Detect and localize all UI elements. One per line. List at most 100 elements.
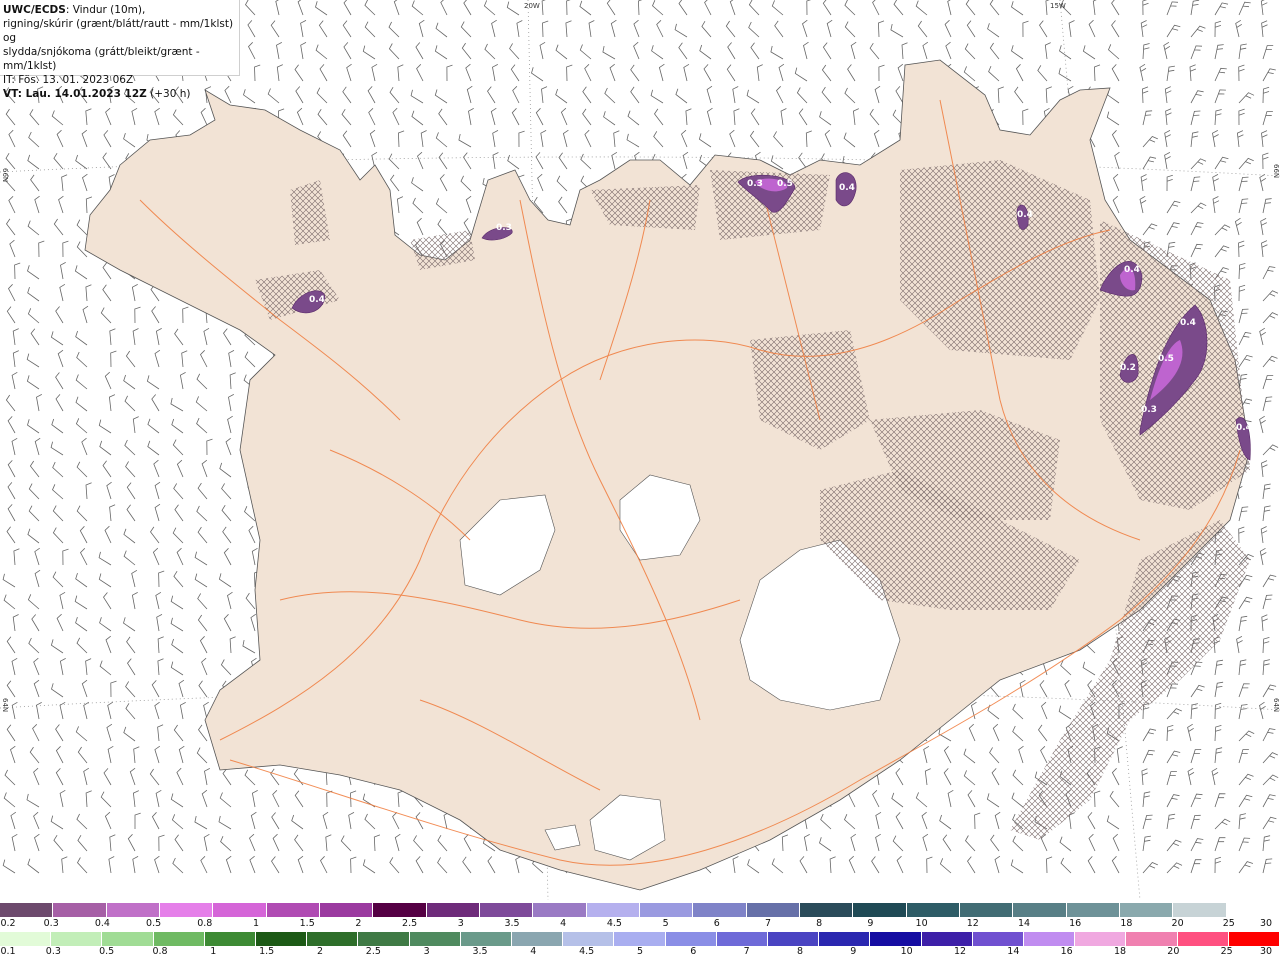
scale-tick-label: 20 [1171,918,1184,929]
scale-tick-label: 1 [252,918,260,929]
scale-tick-label: 14 [1007,946,1020,957]
scale-cell [716,932,769,946]
map-title-box: UWC/ECDS: Vindur (10m), rigning/skúrir (… [0,0,240,100]
scale-cell [870,932,922,946]
scale-tick-label: 5 [662,918,669,929]
precip-label: 0.4 [1017,210,1033,220]
scale-tick-label: 0.8 [197,918,213,929]
scale-tick-label: 12 [953,946,967,957]
precip-label: 0.4 [839,183,855,193]
scale-cell [921,932,973,946]
scale-tick-label: 1.5 [299,918,315,929]
lat-66n-left-label: 66N [1,168,9,182]
scale-tick-label: 14 [1017,918,1031,929]
scale-tick-label: 4 [530,946,537,957]
scale-tick-label: 0.3 [43,918,59,929]
scale-tick-label: 8 [816,918,823,929]
scale-tick-label: 0.4 [94,918,110,929]
scale-tick-label: 3.5 [504,918,520,929]
weather-map: 0.4 0.3 0.3 0.5 0.4 0.4 0.4 0.4 0.5 0.2 … [0,0,1280,900]
rain-scale-ticks: 0.1 0.3 0.5 0.8 1 1.5 2 2.5 3 3.5 4 4.5 5 6 7 8 9 10 12 14 1… [0,946,1280,958]
scale-cell [153,932,205,946]
scale-cell [533,903,587,917]
scale-tick-label: 9 [867,918,874,929]
scale-tick-label: 30 [1259,918,1273,929]
scale-tick-label: 2 [355,918,362,929]
scale-tick-label: 16 [1069,918,1082,929]
scale-cell [213,903,267,917]
scale-cell [460,932,513,946]
lon-15w-label: 15W [1050,2,1066,10]
scale-cell [819,932,871,946]
precip-label: 0.3 [1141,405,1157,415]
scale-cell [1119,903,1174,917]
scale-cell [972,932,1025,946]
title-model: UWC/ECDS [3,4,66,16]
precip-label: 0.5 [777,179,793,189]
snow-scale-ticks: 0.2 0.3 0.4 0.5 0.8 1 1.5 2 2.5 3 3.5 4 4.5 5 6 7 8 9 10 12… [0,918,1280,930]
scale-tick-label: 0.5 [99,946,115,957]
scale-cell [409,932,461,946]
snow-color-scale [0,903,1280,917]
scale-tick-label: 12 [966,918,979,929]
scale-cell [51,932,103,946]
scale-tick-label: 16 [1060,946,1073,957]
scale-cell [373,903,427,917]
scale-tick-label: 2.5 [365,946,381,957]
scale-tick-label: 25 [1220,946,1233,957]
scale-cell [1013,903,1067,917]
scale-cell [614,932,666,946]
scale-tick-label: 18 [1113,946,1127,957]
scale-tick-label: 6 [713,918,720,929]
scale-cell [768,932,820,946]
valid-time-lead: (+30 h) [146,88,191,100]
scale-cell [665,932,717,946]
scale-cell [1177,932,1229,946]
scale-cell [307,932,359,946]
lat-66n-right-label: 66N [1272,164,1280,178]
lon-20w-label: 20W [524,2,540,10]
scale-tick-label: 10 [915,918,928,929]
scale-cell [693,903,747,917]
scale-tick-label: 10 [900,946,913,957]
scale-cell [53,903,107,917]
scale-cell [0,932,52,946]
scale-cell [358,932,410,946]
scale-tick-label: 8 [796,946,804,957]
scale-cell [102,932,154,946]
scale-tick-label: 20 [1167,946,1180,957]
rain-color-scale [0,932,1280,946]
scale-cell [159,903,214,917]
scale-tick-label: 2 [316,946,324,957]
scale-cell [0,903,54,917]
scale-tick-label: 2.5 [402,918,418,929]
title-line-3: slydda/snjókoma (grátt/bleikt/grænt - mm… [3,46,200,72]
init-time: IT: Fös. 13. 01. 2023 06Z [3,74,134,86]
scale-tick-label: 30 [1259,946,1273,957]
lat-64n-left-label: 64N [1,698,9,712]
scale-cell [106,903,160,917]
precip-label: 0.4 [309,295,325,305]
scale-tick-label: 4.5 [579,946,595,957]
title-field: : Vindur (10m), [65,4,146,16]
scale-tick-label: 5 [636,946,644,957]
scale-tick-label: 0.5 [146,918,162,929]
scale-tick-label: 0.3 [45,946,61,957]
title-line-2: rigning/skúrir (grænt/blátt/rautt - mm/1… [3,18,234,44]
precip-label: 0.3 [747,179,763,189]
scale-tick-label: 25 [1222,918,1235,929]
scale-tick-label: 0.2 [0,918,16,929]
scale-tick-label: 7 [743,946,750,957]
scale-tick-label: 6 [690,946,697,957]
scale-tick-label: 1.5 [259,946,275,957]
scale-cell [512,932,564,946]
scale-cell [1024,932,1076,946]
scale-cell [426,903,480,917]
scale-tick-label: 18 [1120,918,1133,929]
scale-tick-label: 9 [850,946,857,957]
precip-label: 0.5 [1158,354,1174,364]
scale-tick-label: 1 [210,946,217,957]
scale-cell [1066,903,1120,917]
scale-cell [256,932,308,946]
scale-tick-label: 3 [457,918,464,929]
